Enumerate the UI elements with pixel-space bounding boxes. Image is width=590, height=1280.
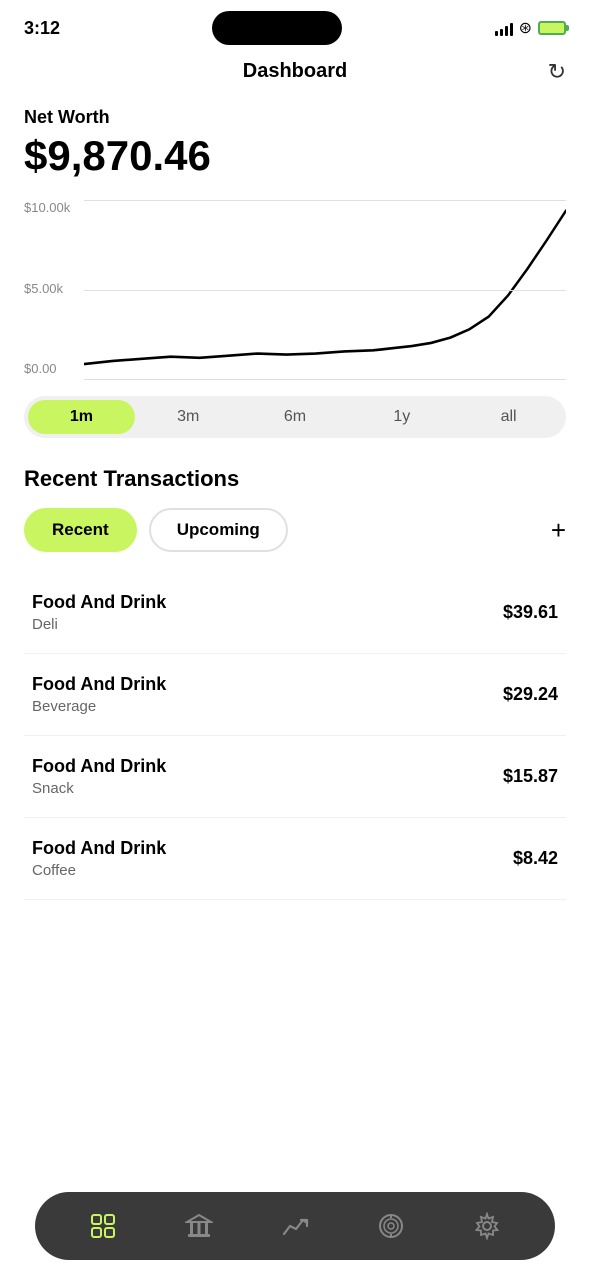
nav-bank[interactable] [173,1206,225,1246]
transaction-info: Food And Drink Coffee [32,838,166,879]
time-range-all[interactable]: all [455,400,562,434]
transaction-category: Food And Drink [32,592,166,613]
dashboard-icon [89,1212,117,1240]
nav-goals[interactable] [365,1206,417,1246]
tab-recent[interactable]: Recent [24,508,137,552]
time-range-selector: 1m 3m 6m 1y all [24,396,566,438]
transactions-section-title: Recent Transactions [24,466,566,492]
net-worth-value: $9,870.46 [24,132,566,180]
signal-icon [495,20,513,36]
chart-y-labels: $10.00k $5.00k $0.00 [24,200,70,380]
chart-plot-area [84,200,566,380]
goals-icon [377,1212,405,1240]
chart-y-label-bot: $0.00 [24,361,70,376]
status-icons: ⊛ [495,18,566,38]
chart-gridline-bot [84,379,566,380]
transaction-sub: Beverage [32,698,166,715]
status-time: 3:12 [24,18,60,39]
chart-gridline-mid [84,290,566,291]
transaction-item[interactable]: Food And Drink Deli $39.61 [24,572,566,654]
nav-trends[interactable] [269,1206,321,1246]
time-range-6m[interactable]: 6m [242,400,349,434]
bank-icon [185,1212,213,1240]
transaction-info: Food And Drink Deli [32,592,166,633]
time-range-1m[interactable]: 1m [28,400,135,434]
bottom-navigation [35,1192,555,1260]
transaction-category: Food And Drink [32,756,166,777]
status-bar: 3:12 ⊛ [0,0,590,52]
chart-y-label-top: $10.00k [24,200,70,215]
nav-dashboard[interactable] [77,1206,129,1246]
notch [212,11,342,45]
transaction-amount: $39.61 [503,602,558,623]
transaction-sub: Snack [32,780,166,797]
transaction-amount: $15.87 [503,766,558,787]
time-range-1y[interactable]: 1y [348,400,455,434]
header: Dashboard ↻ [0,52,590,91]
transaction-sub: Deli [32,616,166,633]
battery-icon [538,21,566,35]
nav-settings[interactable] [461,1206,513,1246]
transaction-category: Food And Drink [32,674,166,695]
transaction-info: Food And Drink Snack [32,756,166,797]
transaction-item[interactable]: Food And Drink Snack $15.87 [24,736,566,818]
main-content: Net Worth $9,870.46 $10.00k $5.00k $0.00… [0,91,590,900]
net-worth-label: Net Worth [24,107,566,128]
transaction-item[interactable]: Food And Drink Beverage $29.24 [24,654,566,736]
trends-icon [281,1212,309,1240]
settings-icon [473,1212,501,1240]
transaction-item[interactable]: Food And Drink Coffee $8.42 [24,818,566,900]
transaction-amount: $29.24 [503,684,558,705]
chart-gridline-top [84,200,566,201]
transaction-list: Food And Drink Deli $39.61 Food And Drin… [24,572,566,900]
chart-y-label-mid: $5.00k [24,281,70,296]
net-worth-chart: $10.00k $5.00k $0.00 [24,200,566,380]
transaction-category: Food And Drink [32,838,166,859]
refresh-button[interactable]: ↻ [548,59,566,85]
transaction-tabs: Recent Upcoming + [24,508,566,552]
wifi-icon: ⊛ [519,18,532,38]
time-range-3m[interactable]: 3m [135,400,242,434]
tab-upcoming[interactable]: Upcoming [149,508,288,552]
transaction-sub: Coffee [32,862,166,879]
transaction-amount: $8.42 [513,848,558,869]
add-transaction-button[interactable]: + [551,515,566,546]
transaction-info: Food And Drink Beverage [32,674,166,715]
page-title: Dashboard [243,60,347,83]
